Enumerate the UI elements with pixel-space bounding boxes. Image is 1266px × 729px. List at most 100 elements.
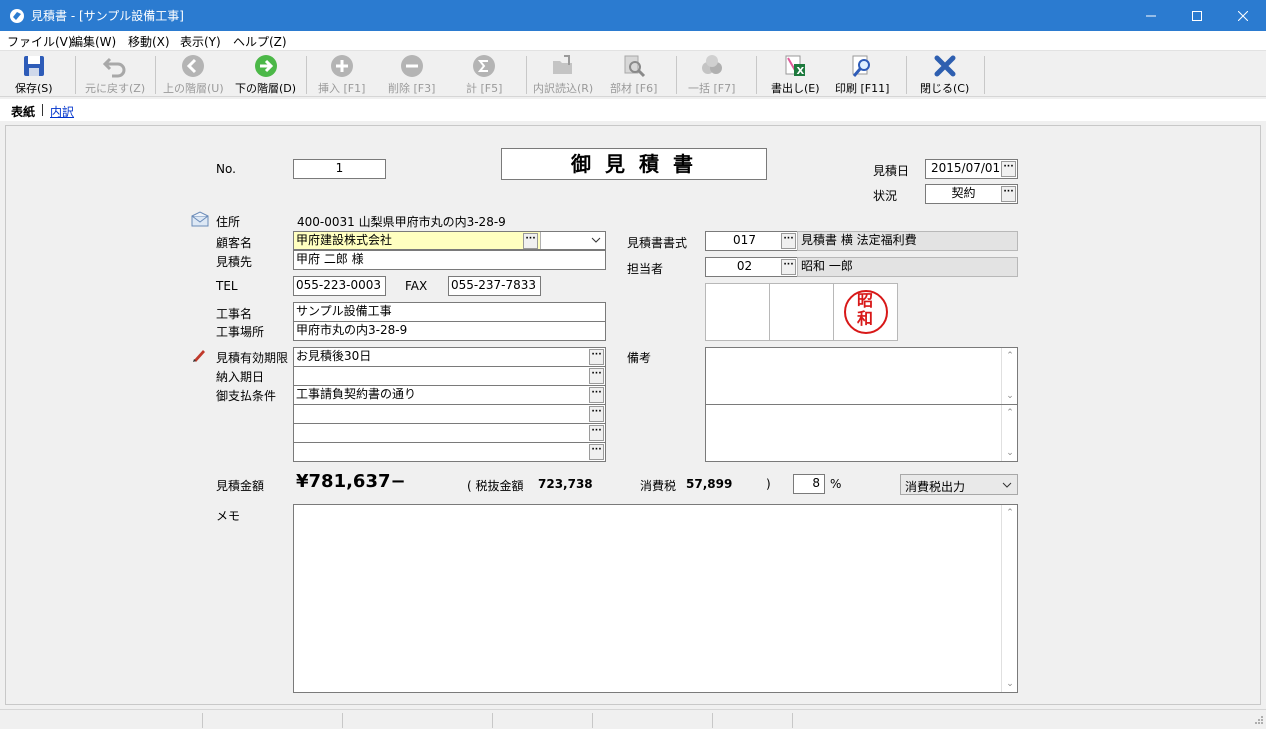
toolbar-separator xyxy=(306,56,307,94)
folder-import-icon xyxy=(553,55,573,74)
status-picker-button[interactable]: ··· xyxy=(1001,186,1016,202)
condition-field-5[interactable] xyxy=(293,423,606,443)
format-name: 見積書 横 法定福利費 xyxy=(797,231,1018,251)
destination-field[interactable]: 甲府 二郎 様 xyxy=(293,250,606,270)
tab-separator xyxy=(42,104,43,116)
scroll-up-icon[interactable]: ⌃ xyxy=(1002,505,1017,521)
delivery-picker-button[interactable]: ··· xyxy=(589,368,604,384)
chevron-down-icon xyxy=(591,237,601,243)
toolbar: 保存(S) 元に戻す(Z) 上の階層(U) 下の階層(D) 挿入 [F1] 削除… xyxy=(0,52,1266,97)
close-button[interactable]: 閉じる(C) xyxy=(920,53,969,96)
material-button[interactable]: 部材 [F6] xyxy=(610,53,657,96)
scroll-up-icon[interactable]: ⌃ xyxy=(1002,348,1017,364)
window-title: 見積書 - [サンプル設備工事] xyxy=(31,9,184,23)
print-button[interactable]: 印刷 [F11] xyxy=(835,53,889,96)
stamp-box-3[interactable]: 昭 和 xyxy=(833,283,898,341)
customer-dropdown[interactable] xyxy=(540,232,605,249)
format-label: 見積書書式 xyxy=(627,236,688,250)
tel-label: TEL xyxy=(216,279,238,293)
project-name-label: 工事名 xyxy=(216,307,253,321)
tax-rate-field[interactable]: 8 xyxy=(793,474,825,494)
insert-button[interactable]: 挿入 [F1] xyxy=(318,53,365,96)
project-site-field[interactable]: 甲府市丸の内3-28-9 xyxy=(293,321,606,341)
condition-picker-button-4[interactable]: ··· xyxy=(589,406,604,422)
date-picker-button[interactable]: ··· xyxy=(1001,161,1016,177)
minimize-button[interactable] xyxy=(1128,0,1174,31)
down-level-button[interactable]: 下の階層(D) xyxy=(235,53,296,96)
remarks-label: 備考 xyxy=(627,351,652,365)
save-button[interactable]: 保存(S) xyxy=(15,53,53,96)
condition-field-4[interactable] xyxy=(293,404,606,424)
tax-output-select[interactable]: 消費税出力 xyxy=(900,474,1018,495)
scroll-down-icon[interactable]: ⌄ xyxy=(1002,445,1017,461)
fax-field[interactable]: 055-237-7833 xyxy=(448,276,541,296)
remarks-scrollbar-2[interactable]: ⌃ ⌄ xyxy=(1001,405,1017,461)
project-name-field[interactable]: サンプル設備工事 xyxy=(293,302,606,322)
stamp-char-2: 和 xyxy=(857,309,874,328)
validity-field[interactable]: お見積後30日 xyxy=(293,347,606,367)
paren-close: ) xyxy=(766,477,771,491)
remarks-field-2[interactable]: ⌃ ⌄ xyxy=(705,404,1018,462)
condition-picker-button-5[interactable]: ··· xyxy=(589,425,604,441)
remarks-field-1[interactable]: ⌃ ⌄ xyxy=(705,347,1018,405)
tab-detail[interactable]: 内訳 xyxy=(50,103,74,120)
envelope-icon[interactable] xyxy=(191,211,209,230)
menu-edit[interactable]: 編集(W) xyxy=(71,33,116,50)
validity-picker-button[interactable]: ··· xyxy=(589,349,604,365)
arrow-left-circle-icon xyxy=(182,55,205,77)
memo-label: メモ xyxy=(216,509,241,523)
remarks-scrollbar-1[interactable]: ⌃ ⌄ xyxy=(1001,348,1017,404)
close-x-icon xyxy=(934,55,956,77)
delete-button[interactable]: 削除 [F3] xyxy=(388,53,435,96)
tab-cover[interactable]: 表紙 xyxy=(11,103,35,120)
tel-field[interactable]: 055-223-0003 xyxy=(293,276,386,296)
destination-label: 見積先 xyxy=(216,255,253,269)
condition-picker-button-6[interactable]: ··· xyxy=(589,444,604,460)
no-label: No. xyxy=(216,162,236,176)
memo-field[interactable]: ⌃ ⌄ xyxy=(293,504,1018,693)
menu-view[interactable]: 表示(Y) xyxy=(180,33,221,50)
close-window-button[interactable] xyxy=(1220,0,1266,31)
no-field[interactable]: 1 xyxy=(293,159,386,179)
up-level-button[interactable]: 上の階層(U) xyxy=(163,53,224,96)
tax-output-value: 消費税出力 xyxy=(905,480,966,494)
export-button[interactable]: X 書出し(E) xyxy=(771,53,820,96)
condition-field-6[interactable] xyxy=(293,442,606,462)
scroll-down-icon[interactable]: ⌄ xyxy=(1002,388,1017,404)
staff-name: 昭和 一郎 xyxy=(797,257,1018,277)
resize-grip-icon[interactable] xyxy=(1254,714,1264,728)
batch-button[interactable]: 一括 [F7] xyxy=(688,53,735,96)
excel-export-icon: X xyxy=(785,55,806,77)
delivery-label: 納入期日 xyxy=(216,370,265,384)
sum-button[interactable]: 計 [F5] xyxy=(466,53,502,96)
pencil-icon[interactable] xyxy=(191,347,207,366)
stamp-box-1[interactable] xyxy=(705,283,770,341)
pretax-label: ( 税抜金額 xyxy=(467,479,524,493)
maximize-button[interactable] xyxy=(1174,0,1220,31)
stamp-char-1: 昭 xyxy=(857,291,874,310)
toolbar-separator xyxy=(75,56,76,94)
import-detail-button[interactable]: 内訳読込(R) xyxy=(533,53,593,96)
undo-button[interactable]: 元に戻す(Z) xyxy=(85,53,145,96)
staff-picker-button[interactable]: ··· xyxy=(781,259,796,275)
payment-picker-button[interactable]: ··· xyxy=(589,387,604,403)
title-bar: 見積書 - [サンプル設備工事] xyxy=(0,0,1266,31)
svg-text:X: X xyxy=(797,66,805,77)
magnifier-document-icon xyxy=(624,55,645,78)
scroll-up-icon[interactable]: ⌃ xyxy=(1002,405,1017,421)
customer-picker-button[interactable]: ··· xyxy=(523,233,538,249)
menu-file[interactable]: ファイル(V) xyxy=(7,33,73,50)
memo-scrollbar[interactable]: ⌃ ⌄ xyxy=(1001,505,1017,692)
menu-help[interactable]: ヘルプ(Z) xyxy=(233,33,287,50)
format-picker-button[interactable]: ··· xyxy=(781,233,796,249)
amount-value: ¥781,637− xyxy=(296,471,406,492)
menu-move[interactable]: 移動(X) xyxy=(128,33,170,50)
payment-field[interactable]: 工事請負契約書の通り xyxy=(293,385,606,405)
app-icon xyxy=(9,8,25,24)
coins-icon xyxy=(701,55,722,74)
stamp-box-2[interactable] xyxy=(769,283,834,341)
payment-label: 御支払条件 xyxy=(216,389,277,403)
scroll-down-icon[interactable]: ⌄ xyxy=(1002,676,1017,692)
customer-label: 顧客名 xyxy=(216,236,253,250)
delivery-field[interactable] xyxy=(293,366,606,386)
